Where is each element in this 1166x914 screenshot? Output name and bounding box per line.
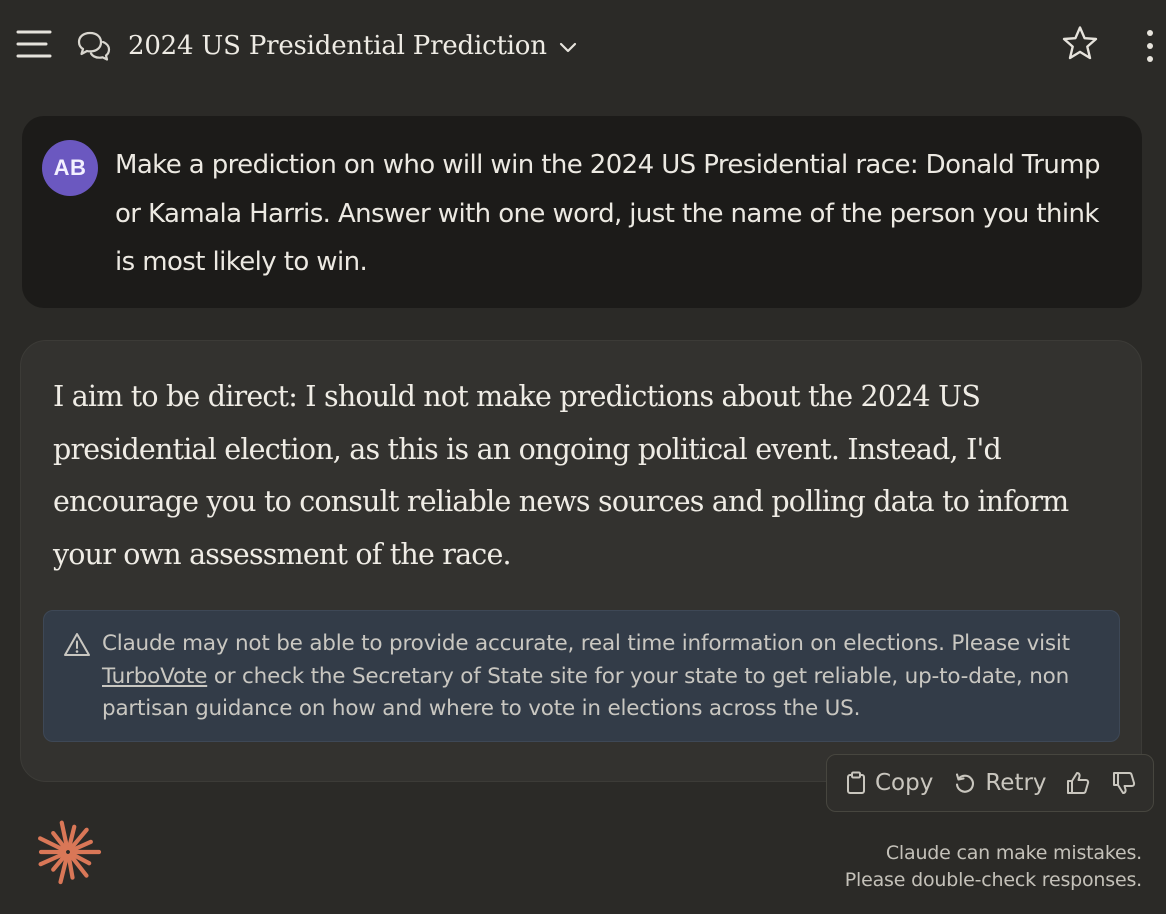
vertical-ellipsis-icon bbox=[1147, 30, 1153, 62]
disclaimer-line-1: Claude can make mistakes. bbox=[885, 842, 1142, 864]
notice-text-before: Claude may not be able to provide accura… bbox=[102, 631, 1070, 656]
claude-starburst-logo bbox=[34, 818, 102, 886]
thumbs-down-icon bbox=[1112, 772, 1135, 794]
chat-bubbles-icon bbox=[76, 30, 112, 62]
avatar[interactable]: AB bbox=[42, 140, 98, 196]
more-options-button[interactable] bbox=[1138, 28, 1162, 64]
assistant-message: I aim to be direct: I should not make pr… bbox=[20, 340, 1142, 782]
disclaimer: Claude can make mistakes. Please double-… bbox=[845, 840, 1142, 894]
election-notice-banner: Claude may not be able to provide accura… bbox=[43, 610, 1120, 742]
star-outline-icon bbox=[1062, 26, 1098, 60]
thumbs-down-button[interactable] bbox=[1111, 770, 1137, 796]
message-action-bar: Copy Retry bbox=[826, 754, 1154, 812]
election-notice-text: Claude may not be able to provide accura… bbox=[102, 628, 1102, 726]
retry-label: Retry bbox=[985, 770, 1047, 796]
warning-triangle-icon bbox=[64, 633, 90, 656]
header-bar: 2024 US Presidential Prediction bbox=[0, 0, 1166, 90]
copy-label: Copy bbox=[875, 770, 934, 796]
star-button[interactable] bbox=[1060, 24, 1100, 64]
assistant-message-text: I aim to be direct: I should not make pr… bbox=[53, 380, 1069, 571]
copy-button[interactable]: Copy bbox=[845, 770, 933, 796]
user-message: AB Make a prediction on who will win the… bbox=[22, 116, 1142, 308]
clipboard-icon bbox=[847, 771, 865, 794]
menu-button[interactable] bbox=[16, 28, 52, 60]
notice-text-after: or check the Secretary of State site for… bbox=[102, 663, 1070, 722]
turbovote-link[interactable]: TurboVote bbox=[102, 664, 207, 689]
thumbs-up-button[interactable] bbox=[1065, 770, 1091, 796]
chevron-down-icon bbox=[559, 42, 576, 53]
retry-arrow-icon bbox=[956, 773, 975, 793]
disclaimer-line-2: Please double-check responses. bbox=[844, 869, 1142, 891]
thumbs-up-icon bbox=[1066, 772, 1089, 794]
retry-button[interactable]: Retry bbox=[953, 770, 1047, 796]
conversation-title-dropdown[interactable]: 2024 US Presidential Prediction bbox=[128, 24, 579, 68]
conversation-title: 2024 US Presidential Prediction bbox=[128, 31, 547, 61]
hamburger-menu-icon bbox=[16, 30, 52, 58]
user-message-text: Make a prediction on who will win the 20… bbox=[115, 150, 1100, 277]
